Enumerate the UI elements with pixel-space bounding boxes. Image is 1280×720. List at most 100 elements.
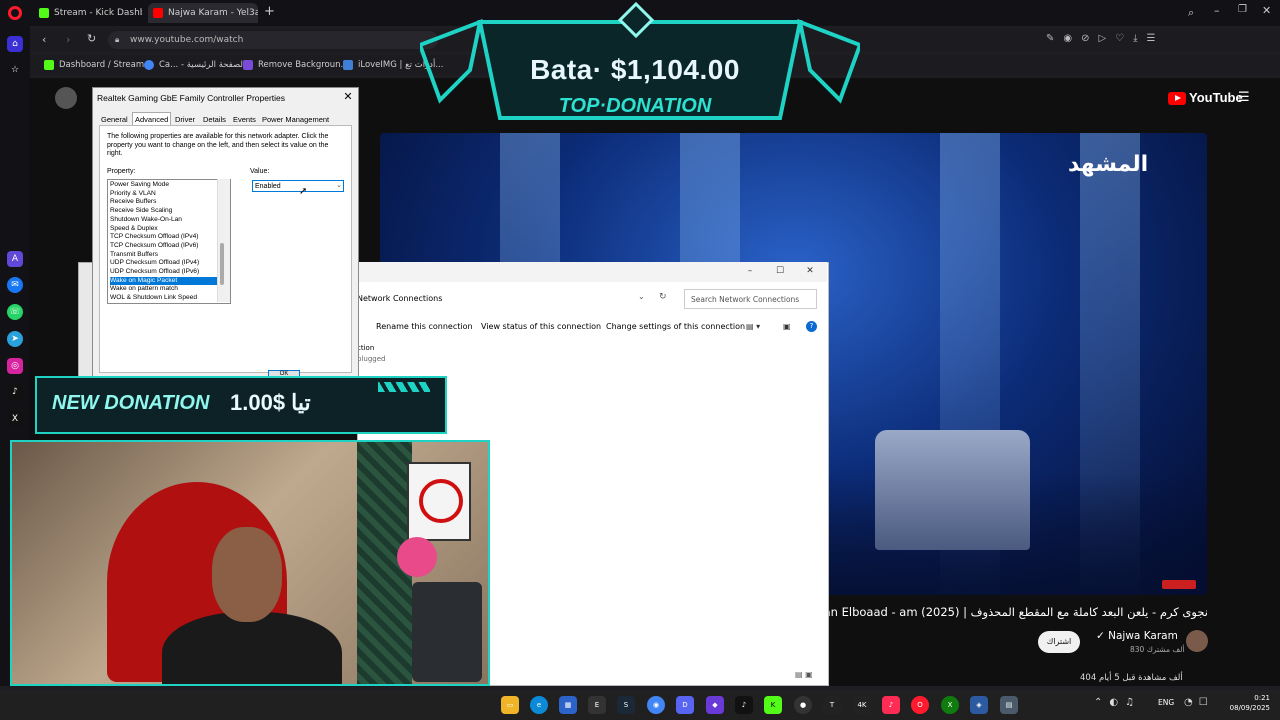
site-info-icon[interactable]: 🔒︎ bbox=[115, 31, 119, 49]
youtube-wordmark: YouTube bbox=[1189, 90, 1243, 105]
tab-details[interactable]: Details bbox=[203, 115, 226, 124]
property-list-item[interactable]: TCP Checksum Offload (IPv4) bbox=[110, 233, 218, 242]
change-settings-button[interactable]: Change settings of this connection bbox=[606, 322, 745, 331]
pinboard-icon[interactable]: ☆ bbox=[7, 62, 23, 78]
close-icon[interactable]: ✕ bbox=[341, 89, 355, 105]
property-list-item[interactable]: Receive Buffers bbox=[110, 198, 218, 207]
property-list-item[interactable]: TCP Checksum Offload (IPv6) bbox=[110, 242, 218, 251]
property-list-item[interactable]: Speed & Duplex bbox=[110, 225, 218, 234]
forward-icon[interactable]: › bbox=[66, 33, 70, 46]
property-list-item[interactable]: WOL & Shutdown Link Speed bbox=[110, 294, 218, 303]
app-icon[interactable]: T bbox=[823, 696, 841, 714]
rename-connection-button[interactable]: Rename this connection bbox=[376, 322, 473, 331]
details-view-icon[interactable]: ▤ ▣ bbox=[795, 670, 813, 679]
youtube-logo[interactable]: YouTube bbox=[1168, 90, 1243, 106]
url-text: www.youtube.com/watch bbox=[130, 35, 244, 45]
system-tray-icons[interactable]: ⌃◐♫ bbox=[1094, 697, 1141, 708]
search-icon[interactable]: ⌕ bbox=[1188, 6, 1194, 20]
explorer-search-input[interactable]: Search Network Connections bbox=[684, 289, 817, 309]
back-icon[interactable]: ‹ bbox=[42, 33, 46, 46]
menu-icon[interactable]: ☰ bbox=[1238, 90, 1250, 105]
value-select[interactable]: Enabled bbox=[252, 180, 344, 192]
property-list-item[interactable]: UDP Checksum Offload (IPv4) bbox=[110, 259, 218, 268]
channel-name[interactable]: ✓ Najwa Karam bbox=[1096, 630, 1178, 642]
subscribe-button[interactable]: اشتراك bbox=[1038, 631, 1080, 653]
view-options-icon[interactable]: ▤ ▾ bbox=[746, 322, 760, 331]
x-icon[interactable]: X bbox=[7, 411, 23, 427]
dialog-title: Realtek Gaming GbE Family Controller Pro… bbox=[97, 93, 286, 103]
url-field[interactable]: 🔒︎ www.youtube.com/watch bbox=[108, 31, 438, 49]
edge-icon[interactable]: e bbox=[530, 696, 548, 714]
minimize-icon[interactable]: – bbox=[1214, 4, 1220, 17]
kick-icon[interactable]: K bbox=[764, 696, 782, 714]
connection-name[interactable]: ction bbox=[357, 344, 374, 352]
tab-general[interactable]: General bbox=[101, 115, 128, 124]
chevron-down-icon[interactable]: ⌄ bbox=[638, 292, 645, 301]
home-icon[interactable]: ⌂ bbox=[7, 36, 23, 52]
steam-icon[interactable]: S bbox=[617, 696, 635, 714]
capcut-icon[interactable]: 4K bbox=[853, 696, 871, 714]
help-icon[interactable]: ? bbox=[806, 321, 817, 332]
scrollbar-thumb[interactable] bbox=[220, 243, 224, 285]
minimize-icon[interactable]: – bbox=[738, 262, 762, 280]
tiktok-icon[interactable]: ♪ bbox=[735, 696, 753, 714]
chevron-down-icon[interactable]: ⌄ bbox=[334, 180, 344, 192]
property-label: Property: bbox=[107, 168, 136, 175]
opera-logo-icon[interactable] bbox=[8, 6, 22, 20]
property-list-item[interactable]: Transmit Buffers bbox=[110, 251, 218, 260]
tab-kick-dashboard[interactable]: Stream - Kick Dashboard bbox=[34, 3, 142, 23]
explorer-address-bar[interactable]: Network Connections bbox=[357, 289, 677, 309]
network-settings-icon[interactable]: ▤ bbox=[1000, 696, 1018, 714]
app-icon[interactable]: ◆ bbox=[706, 696, 724, 714]
store-icon[interactable]: ▦ bbox=[559, 696, 577, 714]
messenger-icon[interactable]: ✉ bbox=[7, 277, 23, 293]
maximize-icon[interactable]: ☐ bbox=[768, 262, 792, 280]
property-list-item[interactable]: Priority & VLAN bbox=[110, 190, 218, 199]
tab-driver[interactable]: Driver bbox=[175, 115, 195, 124]
file-explorer-icon[interactable]: ▭ bbox=[501, 696, 519, 714]
tab-power-management[interactable]: Power Management bbox=[262, 115, 329, 124]
restore-icon[interactable]: ❐ bbox=[1238, 4, 1247, 15]
bookmark-item[interactable]: Ca... - الصفحة الرئيسية bbox=[144, 57, 245, 73]
reload-icon[interactable]: ↻ bbox=[87, 32, 96, 45]
chrome-icon[interactable]: ◉ bbox=[647, 696, 665, 714]
input-language[interactable]: ENG bbox=[1158, 698, 1174, 707]
close-icon[interactable]: ✕ bbox=[1262, 4, 1271, 17]
new-tab-button[interactable]: + bbox=[264, 4, 275, 19]
tiktok-icon[interactable]: ♪ bbox=[7, 384, 23, 400]
xbox-icon[interactable]: X bbox=[941, 696, 959, 714]
close-icon[interactable]: ✕ bbox=[798, 262, 822, 280]
tab-events[interactable]: Events bbox=[233, 115, 256, 124]
view-count: 404 ألف مشاهدة قبل 5 أيام bbox=[1080, 673, 1183, 683]
property-list-item[interactable]: Power Saving Mode bbox=[110, 181, 218, 190]
telegram-icon[interactable]: ➤ bbox=[7, 331, 23, 347]
view-status-button[interactable]: View status of this connection bbox=[481, 322, 601, 331]
app-icon[interactable]: ◈ bbox=[970, 696, 988, 714]
property-list-item[interactable]: UDP Checksum Offload (IPv6) bbox=[110, 268, 218, 277]
channel-avatar[interactable] bbox=[1186, 630, 1208, 652]
bookmark-item[interactable]: Dashboard / Stream... bbox=[44, 57, 152, 73]
whatsapp-icon[interactable]: ☏ bbox=[7, 304, 23, 320]
clock[interactable]: 0:21 08/09/2025 bbox=[1226, 693, 1270, 713]
new-donation-label: NEW DONATION bbox=[52, 392, 210, 414]
epic-games-icon[interactable]: E bbox=[588, 696, 606, 714]
aria-icon[interactable]: A bbox=[7, 251, 23, 267]
property-list-item[interactable]: Receive Side Scaling bbox=[110, 207, 218, 216]
property-list[interactable]: Power Saving Mode Priority & VLAN Receive … bbox=[107, 179, 231, 304]
tiktok-studio-icon[interactable]: ♪ bbox=[882, 696, 900, 714]
property-list-item[interactable]: Wake on pattern match bbox=[110, 285, 218, 294]
user-avatar[interactable] bbox=[55, 87, 77, 109]
instagram-icon[interactable]: ◎ bbox=[7, 358, 23, 374]
property-list-item[interactable]: Wake on Magic Packet bbox=[110, 276, 218, 286]
tray-status-icons[interactable]: ◔☐ bbox=[1184, 697, 1214, 708]
opera-icon[interactable]: O bbox=[911, 696, 929, 714]
property-list-item[interactable]: Shutdown Wake-On-Lan bbox=[110, 216, 218, 225]
tab-youtube-video[interactable]: Najwa Karam - Yel3an bbox=[148, 3, 258, 23]
discord-icon[interactable]: D bbox=[676, 696, 694, 714]
bookmark-item[interactable]: Remove Backgroun... bbox=[243, 57, 349, 73]
tab-advanced[interactable]: Advanced bbox=[132, 112, 172, 126]
obs-icon[interactable]: ● bbox=[794, 696, 812, 714]
preview-pane-icon[interactable]: ▣ bbox=[783, 322, 791, 331]
subscribe-watermark-icon[interactable] bbox=[1162, 580, 1196, 589]
refresh-icon[interactable]: ↻ bbox=[659, 292, 667, 302]
